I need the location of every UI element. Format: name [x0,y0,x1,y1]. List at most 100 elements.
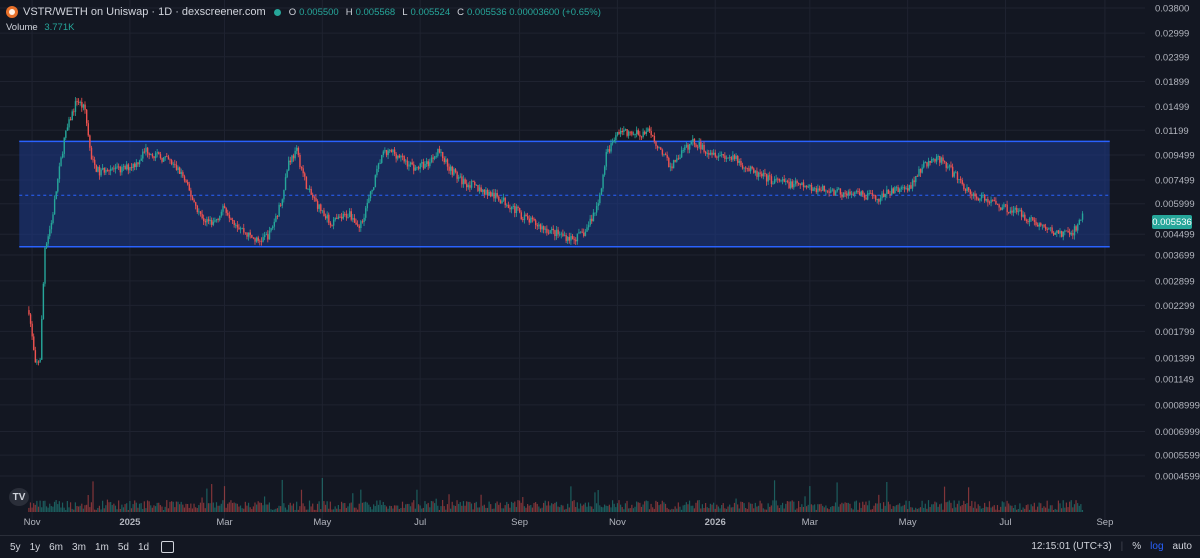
candle-body [884,194,887,198]
percent-scale-toggle[interactable]: % [1132,541,1141,552]
volume-bar [939,504,941,512]
range-5d[interactable]: 5d [118,542,129,553]
volume-bar [858,502,861,512]
volume-bar [610,507,612,512]
volume-bar [757,505,760,512]
candle-body [45,243,48,248]
candle-body [82,104,85,108]
volume-bar [541,507,543,512]
volume-bar [777,505,779,512]
volume-bar [387,508,389,512]
volume-bar [961,504,963,512]
volume-bar [373,504,375,512]
volume-bar [814,504,816,512]
range-3m[interactable]: 3m [72,542,86,553]
clock-readout[interactable]: 12:15:01 (UTC+3) [1031,541,1111,552]
candle-body [331,225,333,227]
volume-bar [215,502,218,512]
date-range-calendar-icon[interactable] [161,541,175,553]
y-tick-label: 0.01199 [1155,126,1189,137]
volume-bar [509,507,511,512]
candle-body [1009,210,1012,213]
volume-bar [979,505,981,512]
volume-bar [121,504,123,512]
volume-bar [868,500,870,512]
candle-body [36,361,38,363]
candle-body [663,154,665,156]
volume-bar [1046,500,1048,512]
candle-body [387,150,389,156]
volume-bar [485,507,487,512]
volume-bar [108,502,110,512]
tradingview-logo-icon[interactable]: TV [9,488,29,506]
candle-body [392,149,394,153]
candle-body [974,193,976,197]
volume-bar [467,501,469,512]
volume-bar [870,509,872,512]
candle-body [942,157,944,162]
volume-bar [98,505,101,512]
candle-body [595,206,598,213]
volume-bar [711,504,713,512]
candle-body [143,151,146,153]
candle-body [579,231,582,233]
volume-bar [1062,500,1064,512]
volume-bar [270,509,272,512]
volume-bar [499,502,501,512]
candle-body [865,197,867,200]
candle-body [379,162,381,164]
range-1y[interactable]: 1y [30,542,41,553]
range-1m[interactable]: 1m [95,542,109,553]
candle-body [709,152,712,155]
volume-bar [361,502,364,512]
auto-scale-toggle[interactable]: auto [1173,541,1192,552]
range-6m[interactable]: 6m [49,542,63,553]
volume-bar [934,501,936,512]
candle-body [870,193,872,195]
log-scale-toggle[interactable]: log [1150,541,1163,552]
volume-bar [592,508,594,512]
volume-bar [272,509,274,512]
price-chart[interactable]: 0.03800 0.02999 0.02399 0.01899 0.01499 0.011… [0,0,1200,535]
range-5y[interactable]: 5y [10,542,21,553]
candle-body [613,140,615,143]
volume-bar [183,507,186,512]
candle-body [807,186,810,188]
volume-bar [539,508,542,512]
candle-body [732,155,734,160]
candle-body [425,161,428,165]
candle-body [182,172,184,177]
candle-body [895,187,898,189]
candle-body [405,160,407,162]
volume-bar [560,504,562,512]
volume-bar [1036,506,1039,512]
volume-bar [69,502,72,512]
volume-bar [100,509,102,512]
volume-bar [515,506,517,512]
volume-bar [579,503,582,512]
volume-bar [615,507,617,512]
volume-bar [600,506,602,512]
range-1d[interactable]: 1d [138,542,149,553]
candle-body [820,190,822,191]
volume-bar [90,502,93,512]
candle-body [560,233,563,235]
candle-body [958,179,960,180]
volume-bar [392,508,394,512]
candle-body [600,188,603,195]
candle-body [543,226,545,230]
candle-body [1022,214,1024,217]
volume-bar [929,507,931,512]
volume-bar [389,505,391,512]
candle-body [937,156,939,157]
volume-bar [191,508,194,512]
volume-bar [498,504,500,512]
volume-bar [252,506,254,512]
volume-bar [477,507,479,512]
candle-body [688,144,691,150]
volume-bar [225,507,227,512]
candle-body [169,159,171,161]
volume-bar [296,501,298,512]
candle-body [817,188,819,193]
volume-bar [544,500,546,512]
